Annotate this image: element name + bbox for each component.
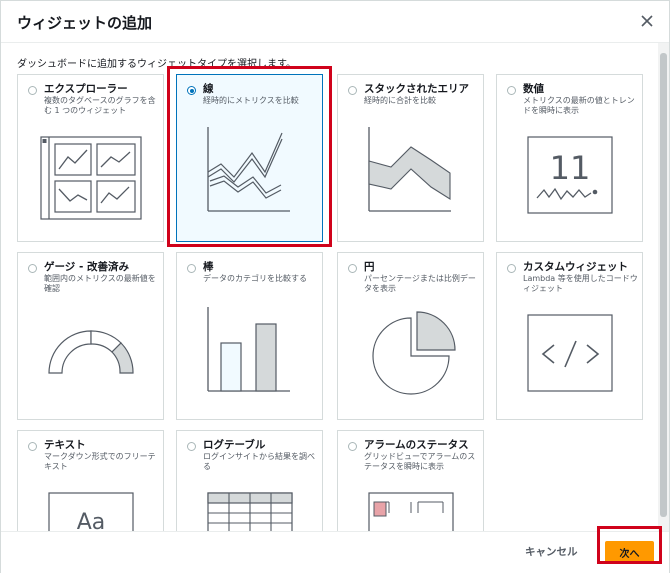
card-title: エクスプローラー [44,83,128,95]
bar-chart-icon [207,307,290,392]
card-description: パーセンテージまたは比例データを表示 [364,274,476,293]
alarm-status-icon [368,492,454,531]
next-button[interactable]: 次へ [605,541,654,563]
dialog-intro: ダッシュボードに追加するウィジェットタイプを選択します。 [17,59,296,70]
radio-stacked-area[interactable] [348,86,357,95]
card-title: 円 [364,261,375,273]
radio-custom[interactable] [507,264,516,273]
card-title: ゲージ - 改善済み [44,261,129,273]
card-title: 数値 [523,83,544,95]
widget-card-bar[interactable]: 棒 データのカテゴリを比較する [176,252,323,420]
radio-alarm-status[interactable] [348,442,357,451]
dialog-scrollbar[interactable] [658,43,669,531]
card-title: スタックされたエリア [364,83,469,95]
close-icon[interactable] [637,11,657,31]
text-sample: Aa [77,510,106,531]
line-chart-icon [207,127,290,212]
scrollbar-thumb[interactable] [660,53,667,517]
dialog-title: ウィジェットの追加 [17,14,153,32]
widget-card-line[interactable]: 線 経時的にメトリクスを比較 [176,74,323,242]
dialog-footer: キャンセル 次へ [1,526,669,574]
card-description: Lambda 等を使用したコードウィジェット [523,274,638,293]
card-description: 範囲内のメトリクスの最新値を確認 [44,274,156,293]
pie-chart-icon [372,311,456,395]
add-widget-dialog: ウィジェットの追加 ダッシュボードに追加するウィジェットタイプを選択します。 エ… [0,0,670,574]
card-title: カスタムウィジェット [523,261,628,273]
card-description: データのカテゴリを比較する [203,274,307,283]
radio-line[interactable] [187,86,196,95]
card-description: 経時的に合計を比較 [364,96,436,105]
widget-card-text[interactable]: テキスト マークダウン形式でのフリーテキスト Aa [17,430,164,531]
widget-card-pie[interactable]: 円 パーセンテージまたは比例データを表示 [337,252,484,420]
card-description: マークダウン形式でのフリーテキスト [44,452,156,471]
number-value: 11 [550,149,591,187]
card-description: ログインサイトから結果を調べる [203,452,315,471]
radio-explorer[interactable] [28,86,37,95]
explorer-icon [40,136,142,220]
cancel-button[interactable]: キャンセル [525,544,578,559]
card-title: テキスト [44,439,86,451]
card-title: アラームのステータス [364,439,469,451]
widget-card-stacked-area[interactable]: スタックされたエリア 経時的に合計を比較 [337,74,484,242]
dialog-header: ウィジェットの追加 [1,1,669,43]
card-description: 経時的にメトリクスを比較 [203,96,299,105]
radio-number[interactable] [507,86,516,95]
widget-card-explorer[interactable]: エクスプローラー 複数のタグベースのグラフを含む 1 つのウィジェット [17,74,164,242]
widget-card-number[interactable]: 数値 メトリクスの最新の値とトレンドを瞬時に表示 11 [496,74,643,242]
number-icon: 11 [527,136,613,214]
radio-text[interactable] [28,442,37,451]
widget-card-log-table[interactable]: ログテーブル ログインサイトから結果を調べる [176,430,323,531]
text-icon: Aa [48,492,134,531]
card-description: 複数のタグベースのグラフを含む 1 つのウィジェット [44,96,156,115]
card-title: ログテーブル [203,439,266,451]
radio-log-table[interactable] [187,442,196,451]
card-title: 棒 [203,261,214,273]
stacked-area-icon [368,127,451,212]
dialog-body: ダッシュボードに追加するウィジェットタイプを選択します。 エクスプローラー 複数… [1,43,669,531]
radio-gauge[interactable] [28,264,37,273]
widget-card-alarm-status[interactable]: アラームのステータス グリッドビューでアラームのステータスを瞬時に表示 [337,430,484,531]
widget-card-gauge[interactable]: ゲージ - 改善済み 範囲内のメトリクスの最新値を確認 [17,252,164,420]
radio-pie[interactable] [348,264,357,273]
card-description: メトリクスの最新の値とトレンドを瞬時に表示 [523,96,635,115]
card-description: グリッドビューでアラームのステータスを瞬時に表示 [364,452,476,471]
widget-card-custom[interactable]: カスタムウィジェット Lambda 等を使用したコードウィジェット [496,252,643,420]
code-icon [527,314,613,392]
card-title: 線 [203,83,214,95]
gauge-icon [48,330,134,374]
radio-bar[interactable] [187,264,196,273]
log-table-icon [207,492,293,531]
